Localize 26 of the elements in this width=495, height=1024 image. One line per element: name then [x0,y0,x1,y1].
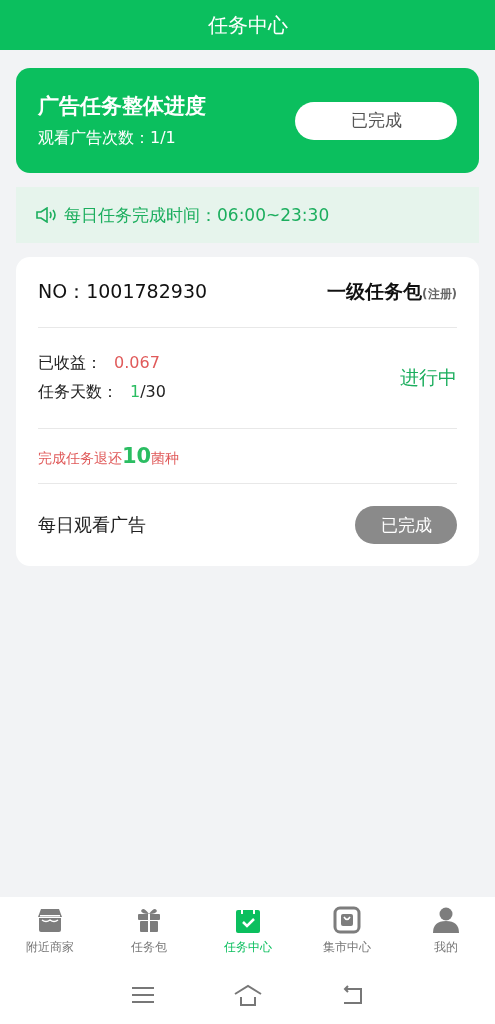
view-count: 观看广告次数：1/1 [38,128,177,149]
refund-note: 完成任务退还10菌种 [38,444,180,468]
completed-button[interactable]: 已完成 [295,101,457,140]
home-icon[interactable] [233,982,262,1007]
package-name: 一级任务包 [327,279,423,304]
nav-tab[interactable]: 附近商家 [0,897,99,965]
nav-tab[interactable]: 任务中心 [198,897,297,965]
daily-task-label: 每日观看广告 [38,513,146,537]
task-status: 进行中 [400,365,457,390]
page-title: 任务中心 [207,15,288,35]
storefront-icon [35,906,64,934]
card-title: 广告任务整体进度 [38,93,206,120]
completed-button[interactable]: 已完成 [355,506,457,544]
person-icon [431,906,460,934]
days-value: 1/30 [130,382,166,403]
speaker-icon [36,207,58,223]
earnings-label: 已收益： [38,353,102,374]
earnings-value: 0.067 [114,353,160,374]
nav-tab[interactable]: 任务包 [99,897,198,965]
nav-tab[interactable]: 集市中心 [297,897,396,965]
task-number: NO：1001782930 [38,279,208,304]
nav-tab[interactable]: 我的 [396,897,495,965]
package-tag: (注册) [422,286,457,303]
days-label: 任务天数： [38,382,118,403]
shopping-bag-icon [332,906,361,934]
notice-text: 每日任务完成时间：06:00~23:30 [64,203,330,227]
